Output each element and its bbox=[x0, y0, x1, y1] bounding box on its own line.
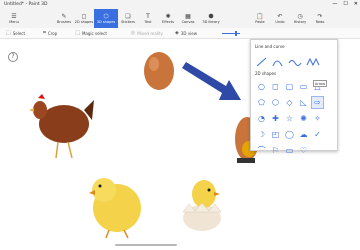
heart-shape-button[interactable]: ♡ bbox=[297, 144, 310, 157]
hen-image[interactable] bbox=[29, 94, 94, 159]
diamond-shape-button[interactable]: ◇ bbox=[283, 96, 296, 109]
star-shape-button[interactable]: ☆ bbox=[283, 112, 296, 125]
flag-shape-button[interactable]: ⚐ bbox=[269, 144, 282, 157]
cloud-shape-button[interactable]: ☁ bbox=[297, 128, 310, 141]
square-shape-button[interactable]: ◻ bbox=[269, 80, 282, 93]
circle-shape-button[interactable]: ○ bbox=[255, 80, 268, 93]
egg-image[interactable] bbox=[144, 52, 174, 90]
line-and-curve-title: Line and curve bbox=[255, 44, 285, 49]
zigzag-curve-tool[interactable] bbox=[306, 57, 320, 67]
right-triangle-shape-button[interactable]: ◺ bbox=[297, 96, 310, 109]
shapes-flyout: Line and curve 2D shapes ○ ◻ ▢ ▭ △ ⬠ ⬡ ◇… bbox=[250, 39, 338, 155]
speech-bubble-shape-button[interactable]: ◯ bbox=[283, 128, 296, 141]
horizontal-scrollbar[interactable] bbox=[115, 244, 177, 246]
cross-shape-button[interactable]: ✚ bbox=[269, 112, 282, 125]
line-curve-row bbox=[256, 57, 320, 67]
wave-curve-tool[interactable] bbox=[288, 60, 302, 66]
check-shape-button[interactable]: ✓ bbox=[311, 128, 324, 141]
curve-tool[interactable] bbox=[272, 60, 283, 67]
2d-shapes-title: 2D shapes bbox=[255, 71, 277, 76]
shapes-grid: ○ ◻ ▢ ▭ △ ⬠ ⬡ ◇ ◺ ⇨ ◔ ✚ ☆ ✺ ✧ ☽ ◰ ◯ ☁ ✓ … bbox=[255, 80, 324, 159]
hexagon-shape-button[interactable]: ⬡ bbox=[269, 96, 282, 109]
rounded-square-shape-button[interactable]: ▢ bbox=[283, 80, 296, 93]
chick-image[interactable] bbox=[89, 178, 141, 239]
burst-shape-button[interactable]: ✺ bbox=[297, 112, 310, 125]
pentagon-shape-button[interactable]: ⬠ bbox=[255, 96, 268, 109]
moon-shape-button[interactable]: ☽ bbox=[255, 128, 268, 141]
arrow-shape[interactable] bbox=[182, 62, 241, 100]
banner-shape-button[interactable]: ⌒ bbox=[255, 144, 268, 157]
quarter-circle-shape-button[interactable]: ◔ bbox=[255, 112, 268, 125]
chick-in-egg-image[interactable] bbox=[182, 180, 222, 231]
star4-shape-button[interactable]: ✧ bbox=[311, 112, 324, 125]
callout-shape-button[interactable]: ◰ bbox=[269, 128, 282, 141]
line-tool[interactable] bbox=[256, 57, 267, 67]
arrow-tooltip: Arrow bbox=[313, 80, 327, 87]
rectangle-shape-button[interactable]: ▭ bbox=[297, 80, 310, 93]
callout-rect-shape-button[interactable]: ▭ bbox=[283, 144, 296, 157]
arrow-shape-button[interactable]: ⇨ bbox=[311, 96, 324, 109]
